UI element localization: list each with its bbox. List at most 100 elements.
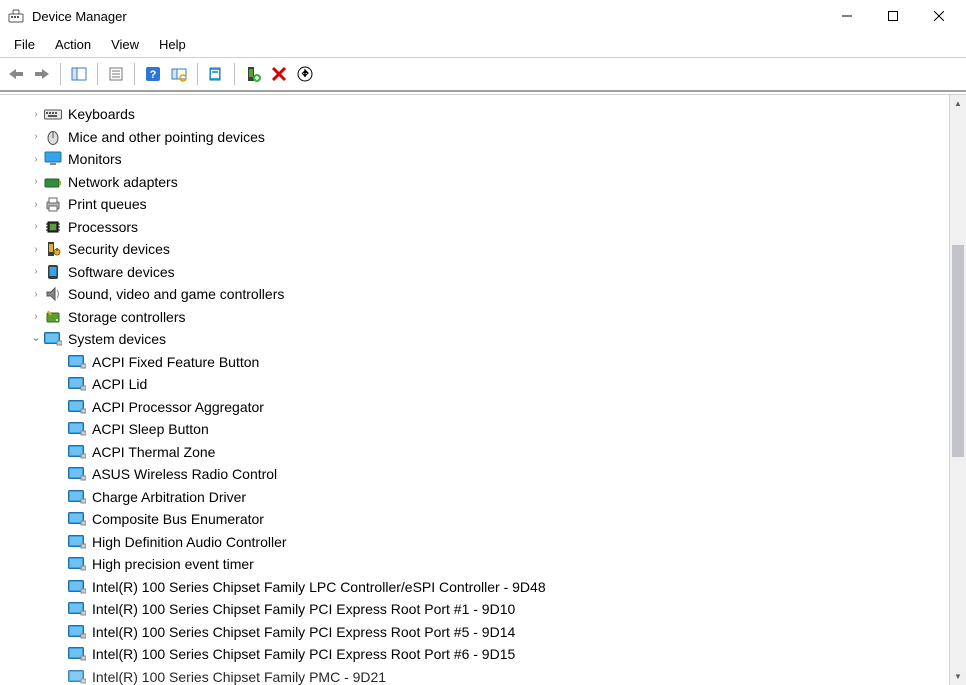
tree-node-intel-pmc[interactable]: Intel(R) 100 Series Chipset Family PMC -… — [0, 666, 948, 685]
tree-node-asus-radio[interactable]: ASUS Wireless Radio Control — [0, 463, 948, 486]
toolbar-separator — [197, 63, 198, 85]
help-button[interactable]: ? — [141, 62, 165, 86]
system-icon — [68, 646, 86, 662]
update-driver-button[interactable] — [204, 62, 228, 86]
system-icon — [44, 331, 62, 347]
menu-view[interactable]: View — [101, 34, 149, 55]
toolbar: ? — [0, 58, 966, 92]
tree-node-storage[interactable]: › Storage controllers — [0, 306, 948, 329]
tree-label: Monitors — [68, 151, 122, 167]
tree-node-composite-bus[interactable]: Composite Bus Enumerator — [0, 508, 948, 531]
monitor-icon — [44, 151, 62, 167]
toolbar-separator — [97, 63, 98, 85]
menu-file[interactable]: File — [4, 34, 45, 55]
tree-label: Intel(R) 100 Series Chipset Family PMC -… — [92, 669, 386, 685]
tree-node-acpi-fixed[interactable]: ACPI Fixed Feature Button — [0, 351, 948, 374]
close-button[interactable] — [916, 1, 962, 31]
tree-label: ACPI Processor Aggregator — [92, 399, 264, 415]
expand-icon[interactable]: › — [28, 176, 44, 187]
tree-node-intel-pci6[interactable]: Intel(R) 100 Series Chipset Family PCI E… — [0, 643, 948, 666]
expand-icon[interactable]: › — [28, 289, 44, 300]
speaker-icon — [44, 286, 62, 302]
tree-node-acpi-sleep[interactable]: ACPI Sleep Button — [0, 418, 948, 441]
tree-node-network[interactable]: › Network adapters — [0, 171, 948, 194]
console-tree-button[interactable] — [67, 62, 91, 86]
tree-label: Print queues — [68, 196, 147, 212]
tree-label: Sound, video and game controllers — [68, 286, 284, 302]
software-icon — [44, 264, 62, 280]
minimize-button[interactable] — [824, 1, 870, 31]
back-button[interactable] — [4, 62, 28, 86]
tree-label: Processors — [68, 219, 138, 235]
tree-label: Keyboards — [68, 106, 135, 122]
menu-action[interactable]: Action — [45, 34, 101, 55]
tree-node-acpi-thermal[interactable]: ACPI Thermal Zone — [0, 441, 948, 464]
tree-label: Mice and other pointing devices — [68, 129, 265, 145]
system-icon — [68, 489, 86, 505]
maximize-button[interactable] — [870, 1, 916, 31]
tree-node-keyboards[interactable]: › Keyboards — [0, 103, 948, 126]
device-tree[interactable]: › Keyboards › Mice and other pointing de… — [0, 95, 948, 685]
menu-help[interactable]: Help — [149, 34, 196, 55]
tree-node-intel-pci1[interactable]: Intel(R) 100 Series Chipset Family PCI E… — [0, 598, 948, 621]
cpu-icon — [44, 219, 62, 235]
tree-label: ACPI Fixed Feature Button — [92, 354, 259, 370]
expand-icon[interactable]: › — [28, 244, 44, 255]
tree-label: Intel(R) 100 Series Chipset Family PCI E… — [92, 601, 515, 617]
tree-node-charge-arb[interactable]: Charge Arbitration Driver — [0, 486, 948, 509]
tree-node-software[interactable]: › Software devices — [0, 261, 948, 284]
system-icon — [68, 624, 86, 640]
tree-node-security[interactable]: › Security devices — [0, 238, 948, 261]
expand-icon[interactable]: › — [28, 199, 44, 210]
scroll-down-arrow-icon[interactable]: ▼ — [950, 668, 966, 685]
collapse-icon[interactable]: › — [31, 331, 42, 347]
tree-label: High Definition Audio Controller — [92, 534, 287, 550]
system-icon — [68, 511, 86, 527]
expand-icon[interactable]: › — [28, 109, 44, 120]
tree-label: Software devices — [68, 264, 175, 280]
tree-node-acpi-proc-agg[interactable]: ACPI Processor Aggregator — [0, 396, 948, 419]
tree-node-monitors[interactable]: › Monitors — [0, 148, 948, 171]
system-icon — [68, 534, 86, 550]
vertical-scrollbar[interactable]: ▲ ▼ — [949, 95, 966, 685]
system-icon — [68, 399, 86, 415]
expand-icon[interactable]: › — [28, 266, 44, 277]
system-icon — [68, 556, 86, 572]
uninstall-button[interactable] — [267, 62, 291, 86]
expand-icon[interactable]: › — [28, 131, 44, 142]
network-icon — [44, 174, 62, 190]
tree-node-intel-pci5[interactable]: Intel(R) 100 Series Chipset Family PCI E… — [0, 621, 948, 644]
expand-icon[interactable]: › — [28, 154, 44, 165]
keyboard-icon — [44, 106, 62, 122]
scroll-track[interactable] — [950, 112, 966, 668]
scroll-up-arrow-icon[interactable]: ▲ — [950, 95, 966, 112]
system-icon — [68, 444, 86, 460]
toolbar-separator — [134, 63, 135, 85]
tree-label: ACPI Lid — [92, 376, 147, 392]
add-legacy-button[interactable] — [241, 62, 265, 86]
tree-node-acpi-lid[interactable]: ACPI Lid — [0, 373, 948, 396]
tree-node-intel-lpc[interactable]: Intel(R) 100 Series Chipset Family LPC C… — [0, 576, 948, 599]
storage-icon — [44, 309, 62, 325]
tree-node-print-queues[interactable]: › Print queues — [0, 193, 948, 216]
scroll-thumb[interactable] — [952, 245, 964, 456]
tree-node-sound[interactable]: › Sound, video and game controllers — [0, 283, 948, 306]
tree-node-system-devices[interactable]: › System devices — [0, 328, 948, 351]
tree-node-processors[interactable]: › Processors — [0, 216, 948, 239]
tree-label: System devices — [68, 331, 166, 347]
scan-button[interactable] — [167, 62, 191, 86]
tree-node-hpet[interactable]: High precision event timer — [0, 553, 948, 576]
tree-label: Intel(R) 100 Series Chipset Family PCI E… — [92, 646, 515, 662]
system-icon — [68, 376, 86, 392]
system-icon — [68, 669, 86, 685]
tree-label: High precision event timer — [92, 556, 254, 572]
expand-icon[interactable]: › — [28, 311, 44, 322]
show-hidden-button[interactable] — [293, 62, 317, 86]
system-icon — [68, 579, 86, 595]
properties-button[interactable] — [104, 62, 128, 86]
expand-icon[interactable]: › — [28, 221, 44, 232]
tree-node-mice[interactable]: › Mice and other pointing devices — [0, 126, 948, 149]
tree-node-hd-audio[interactable]: High Definition Audio Controller — [0, 531, 948, 554]
forward-button[interactable] — [30, 62, 54, 86]
tree-label: ACPI Thermal Zone — [92, 444, 215, 460]
